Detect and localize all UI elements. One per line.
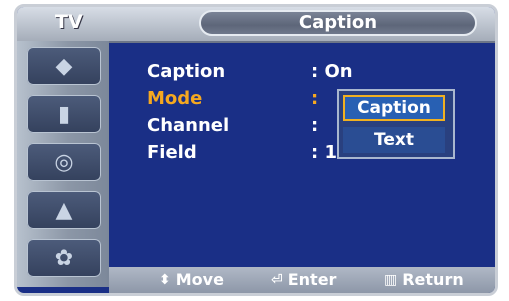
sidebar-item-input[interactable]: ✿ (27, 239, 101, 277)
footer-enter-label: Enter (287, 270, 337, 289)
enter-icon: ⏎ (271, 271, 283, 288)
osd-footer: ⬍ Move ⏎ Enter ▥ Return (109, 267, 495, 293)
menu-title: Caption (199, 10, 477, 36)
tv-osd-screen: TV Caption ◆ ▮ ◎ ▲ ✿ Caption : On Mode: C… (14, 4, 498, 296)
channel-icon: ◎ (54, 149, 74, 175)
menu-content: Caption : On Mode: Channel: Field : 1 Capt… (109, 41, 495, 267)
sidebar-item-channel[interactable]: ◎ (27, 143, 101, 181)
row-label: Mode (147, 88, 203, 109)
row-label: Field (147, 142, 197, 163)
menu-row-channel[interactable]: Channel: (147, 115, 318, 139)
osd-header: TV Caption (17, 7, 495, 43)
sidebar-item-picture[interactable]: ◆ (27, 47, 101, 85)
row-value: : (311, 88, 319, 109)
mode-dropdown[interactable]: Caption Text (337, 89, 455, 159)
dropdown-option-caption[interactable]: Caption (343, 95, 445, 121)
row-value: : 1 (311, 142, 337, 163)
footer-move-label: Move (175, 270, 224, 289)
menu-row-caption[interactable]: Caption : On (147, 61, 353, 85)
return-icon: ▥ (384, 271, 398, 288)
row-value: : On (311, 61, 353, 82)
sound-icon: ▮ (57, 101, 71, 127)
row-value: : (311, 115, 319, 136)
menu-category-label: TV (55, 11, 83, 33)
move-icon: ⬍ (159, 271, 171, 288)
menu-row-mode[interactable]: Mode: (147, 88, 318, 112)
row-label: Channel (147, 115, 230, 136)
menu-row-field[interactable]: Field : 1 (147, 142, 337, 166)
sidebar-item-sound[interactable]: ▮ (27, 95, 101, 133)
input-icon: ✿ (54, 245, 74, 271)
picture-icon: ◆ (55, 53, 73, 79)
sidebar: ◆ ▮ ◎ ▲ ✿ (17, 41, 109, 287)
setup-icon: ▲ (55, 197, 73, 223)
sidebar-item-setup[interactable]: ▲ (27, 191, 101, 229)
dropdown-option-text[interactable]: Text (343, 127, 445, 153)
row-label: Caption (147, 61, 226, 82)
footer-return-label: Return (402, 270, 464, 289)
footer-return: ▥ Return (384, 270, 464, 289)
footer-enter: ⏎ Enter (271, 270, 336, 289)
footer-move: ⬍ Move (159, 270, 224, 289)
